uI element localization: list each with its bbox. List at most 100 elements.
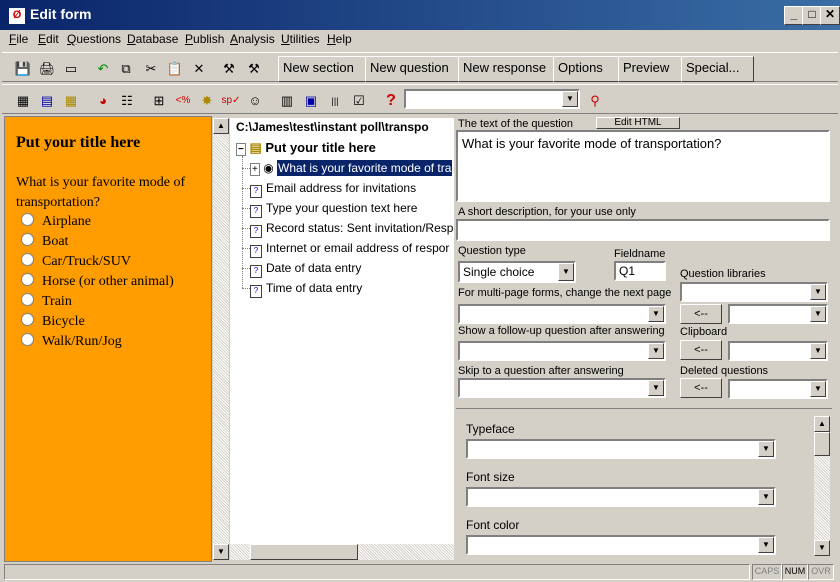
new-section-button[interactable]: New section — [278, 56, 372, 82]
chevron-down-icon[interactable]: ▼ — [758, 489, 774, 505]
tree-item-time[interactable]: ? Time of data entry — [250, 279, 362, 298]
menu-analysis[interactable]: Analysis — [230, 32, 275, 46]
option-car[interactable]: Car/Truck/SUV — [21, 253, 131, 270]
form-icon[interactable]: ▤ — [36, 90, 58, 112]
radio-icon[interactable] — [21, 293, 34, 306]
expand-icon[interactable]: + — [250, 163, 260, 176]
menu-help[interactable]: Help — [327, 32, 352, 46]
image-icon[interactable]: ▣ — [300, 90, 322, 112]
minimize-button[interactable]: _ — [784, 6, 804, 25]
radio-icon[interactable] — [21, 273, 34, 286]
chevron-down-icon[interactable]: ▼ — [810, 343, 826, 359]
scroll-up-icon[interactable]: ▲ — [814, 416, 830, 432]
chart-pie-icon[interactable]: ◕ — [92, 90, 114, 112]
chevron-down-icon[interactable]: ▼ — [558, 263, 574, 281]
scroll-up-icon[interactable]: ▲ — [213, 118, 229, 134]
tree-root[interactable]: − ▤ Put your title here — [236, 140, 376, 156]
deleted-select[interactable]: ▼ — [728, 379, 828, 399]
title-bar[interactable]: Ø Edit form _ □ ✕ — [0, 0, 840, 30]
scroll-down-icon[interactable]: ▼ — [814, 540, 830, 556]
radio-icon[interactable] — [21, 253, 34, 266]
barcode-icon[interactable]: ||| — [324, 90, 346, 112]
menu-utilities[interactable]: Utilities — [281, 32, 320, 46]
next-page-select[interactable]: ▼ — [458, 304, 666, 324]
tree-item-question-text[interactable]: ? Type your question text here — [250, 199, 417, 218]
tree-item-internet-address[interactable]: ? Internet or email address of respor — [250, 239, 449, 258]
tree-item-date[interactable]: ? Date of data entry — [250, 259, 361, 278]
delete-icon[interactable]: ✕ — [188, 58, 210, 80]
menu-questions[interactable]: Questions — [67, 32, 121, 46]
checklist-icon[interactable]: ☑ — [348, 90, 370, 112]
tree-item-record-status[interactable]: ? Record status: Sent invitation/Resp — [250, 219, 453, 238]
collapse-icon[interactable]: − — [236, 143, 246, 156]
chevron-down-icon[interactable]: ▼ — [648, 306, 664, 322]
help-search-icon[interactable]: ⚲ — [584, 90, 606, 112]
radio-icon[interactable] — [21, 233, 34, 246]
menu-file[interactable]: File — [9, 32, 28, 46]
menu-edit[interactable]: Edit — [38, 32, 59, 46]
scroll-thumb[interactable] — [814, 432, 830, 456]
save-icon[interactable]: 💾 — [12, 58, 34, 80]
toolbar-dropdown[interactable]: ▼ — [404, 89, 580, 109]
radio-icon[interactable] — [21, 213, 34, 226]
new-question-button[interactable]: New question — [365, 56, 465, 82]
option-walk[interactable]: Walk/Run/Jog — [21, 333, 122, 350]
chevron-down-icon[interactable]: ▼ — [810, 306, 826, 322]
short-desc-field[interactable] — [456, 219, 830, 241]
preview-button[interactable]: Preview — [618, 56, 690, 82]
preview-form-icon[interactable]: ▭ — [60, 58, 82, 80]
deleted-insert-button[interactable]: <-- — [680, 378, 722, 398]
chevron-down-icon[interactable]: ▼ — [562, 91, 578, 107]
close-button[interactable]: ✕ — [820, 6, 840, 25]
chevron-down-icon[interactable]: ▼ — [648, 343, 664, 359]
cut-icon[interactable]: ✂ — [140, 58, 162, 80]
fieldname-field[interactable]: Q1 — [614, 261, 666, 281]
menu-database[interactable]: Database — [127, 32, 178, 46]
special-button[interactable]: Special... — [681, 56, 754, 82]
list-icon[interactable]: ▥ — [276, 90, 298, 112]
library-insert-button[interactable]: <-- — [680, 304, 722, 324]
libraries-select[interactable]: ▼ — [680, 282, 828, 302]
stats-icon[interactable]: ✸ — [196, 90, 218, 112]
option-airplane[interactable]: Airplane — [21, 213, 91, 230]
question-type-select[interactable]: Single choice ▼ — [458, 261, 576, 283]
option-train[interactable]: Train — [21, 293, 72, 310]
skip-select[interactable]: ▼ — [458, 378, 666, 398]
menu-publish[interactable]: Publish — [185, 32, 224, 46]
radio-icon[interactable] — [21, 333, 34, 346]
scroll-down-icon[interactable]: ▼ — [213, 544, 229, 560]
clipboard-select[interactable]: ▼ — [728, 341, 828, 361]
options-button[interactable]: Options — [553, 56, 625, 82]
help-icon[interactable]: ? — [380, 90, 402, 112]
paste-icon[interactable]: 📋 — [164, 58, 186, 80]
hscroll-thumb[interactable] — [250, 544, 358, 560]
table-icon[interactable]: ▦ — [12, 90, 34, 112]
report-icon[interactable]: ☷ — [116, 90, 138, 112]
font-size-select[interactable]: ▼ — [466, 487, 776, 507]
chevron-down-icon[interactable]: ▼ — [758, 537, 774, 553]
person-icon[interactable]: ☺ — [244, 90, 266, 112]
edit-html-button[interactable]: Edit HTML — [596, 117, 680, 129]
tree-hscrollbar[interactable] — [230, 544, 454, 560]
option-horse[interactable]: Horse (or other animal) — [21, 273, 174, 290]
chevron-down-icon[interactable]: ▼ — [758, 441, 774, 457]
maximize-button[interactable]: □ — [802, 6, 822, 25]
library-item-select[interactable]: ▼ — [728, 304, 828, 324]
undo-icon[interactable]: ↶ — [92, 58, 114, 80]
chevron-down-icon[interactable]: ▼ — [810, 284, 826, 300]
font-color-select[interactable]: ▼ — [466, 535, 776, 555]
question-text-field[interactable]: What is your favorite mode of transporta… — [456, 130, 830, 202]
wand-icon[interactable]: ⚒ — [218, 58, 240, 80]
follow-up-select[interactable]: ▼ — [458, 341, 666, 361]
spell-check-icon[interactable]: sp✓ — [220, 90, 242, 112]
radio-icon[interactable] — [21, 313, 34, 326]
clipboard-insert-button[interactable]: <-- — [680, 340, 722, 360]
tree-scrollbar[interactable]: ▲ ▼ — [213, 118, 229, 560]
typeface-select[interactable]: ▼ — [466, 439, 776, 459]
percent-icon[interactable]: <% — [172, 90, 194, 112]
tree-item-question-1[interactable]: + ◉ What is your favorite mode of tra — [250, 159, 453, 177]
tree-item-email[interactable]: ? Email address for invitations — [250, 179, 416, 198]
chevron-down-icon[interactable]: ▼ — [648, 380, 664, 396]
copy-icon[interactable]: ⧉ — [115, 58, 137, 80]
add-field-icon[interactable]: ▦ — [60, 90, 82, 112]
